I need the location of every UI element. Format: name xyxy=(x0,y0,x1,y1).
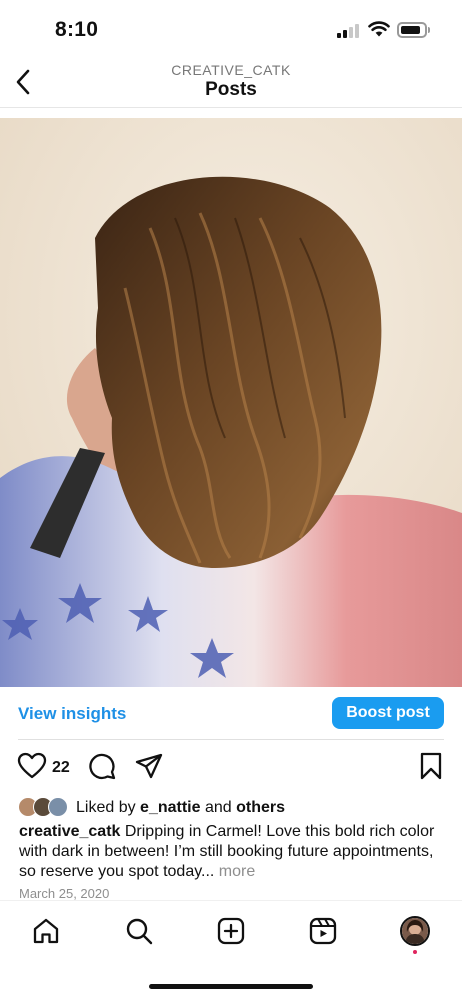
add-icon xyxy=(217,917,245,945)
search-icon xyxy=(126,918,153,945)
home-indicator xyxy=(149,984,313,989)
liked-by-prefix: Liked by xyxy=(76,799,141,816)
post-image xyxy=(0,118,462,687)
send-icon xyxy=(135,753,163,779)
reels-icon xyxy=(309,917,337,945)
share-button[interactable] xyxy=(135,752,163,785)
post-actions: 22 xyxy=(0,752,462,784)
header-username: CREATIVE_CATK xyxy=(171,62,291,78)
insights-row: View insights Boost post xyxy=(0,697,462,739)
wifi-icon xyxy=(368,21,390,37)
home-icon xyxy=(33,918,59,944)
like-button[interactable] xyxy=(17,752,47,785)
profile-avatar xyxy=(400,916,430,946)
nav-home[interactable] xyxy=(30,915,62,947)
nav-create[interactable] xyxy=(215,915,247,947)
cellular-signal-icon xyxy=(337,24,361,38)
nav-reels[interactable] xyxy=(307,915,339,947)
liked-by-others[interactable]: others xyxy=(236,799,285,816)
heart-icon xyxy=(17,752,47,779)
post-photo[interactable] xyxy=(0,118,462,687)
liked-by-and: and xyxy=(200,799,237,816)
nav-profile[interactable] xyxy=(399,915,431,947)
divider xyxy=(18,739,444,740)
notification-dot xyxy=(413,950,417,954)
caption-more-link[interactable]: more xyxy=(214,863,255,880)
status-time: 8:10 xyxy=(55,18,99,41)
top-header: CREATIVE_CATK Posts xyxy=(0,58,462,108)
bookmark-icon xyxy=(420,752,442,780)
like-count[interactable]: 22 xyxy=(52,759,70,777)
save-button[interactable] xyxy=(419,752,443,785)
avatar xyxy=(48,797,68,817)
comment-button[interactable] xyxy=(88,752,116,785)
page-title: Posts xyxy=(205,79,257,100)
battery-icon xyxy=(397,22,430,38)
nav-search[interactable] xyxy=(123,915,155,947)
liked-by-user[interactable]: e_nattie xyxy=(140,799,200,816)
caption-username[interactable]: creative_catk xyxy=(19,823,120,840)
comment-icon xyxy=(89,753,116,780)
post-caption: creative_catk Dripping in Carmel! Love t… xyxy=(19,822,439,882)
liker-avatars xyxy=(18,797,74,819)
status-bar: 8:10 xyxy=(0,0,462,58)
liked-by-row[interactable]: Liked by e_nattie and others xyxy=(18,797,448,819)
boost-post-button[interactable]: Boost post xyxy=(332,697,444,729)
post-date: March 25, 2020 xyxy=(19,886,110,901)
liked-by-text: Liked by e_nattie and others xyxy=(76,799,285,817)
view-insights-link[interactable]: View insights xyxy=(18,704,126,724)
